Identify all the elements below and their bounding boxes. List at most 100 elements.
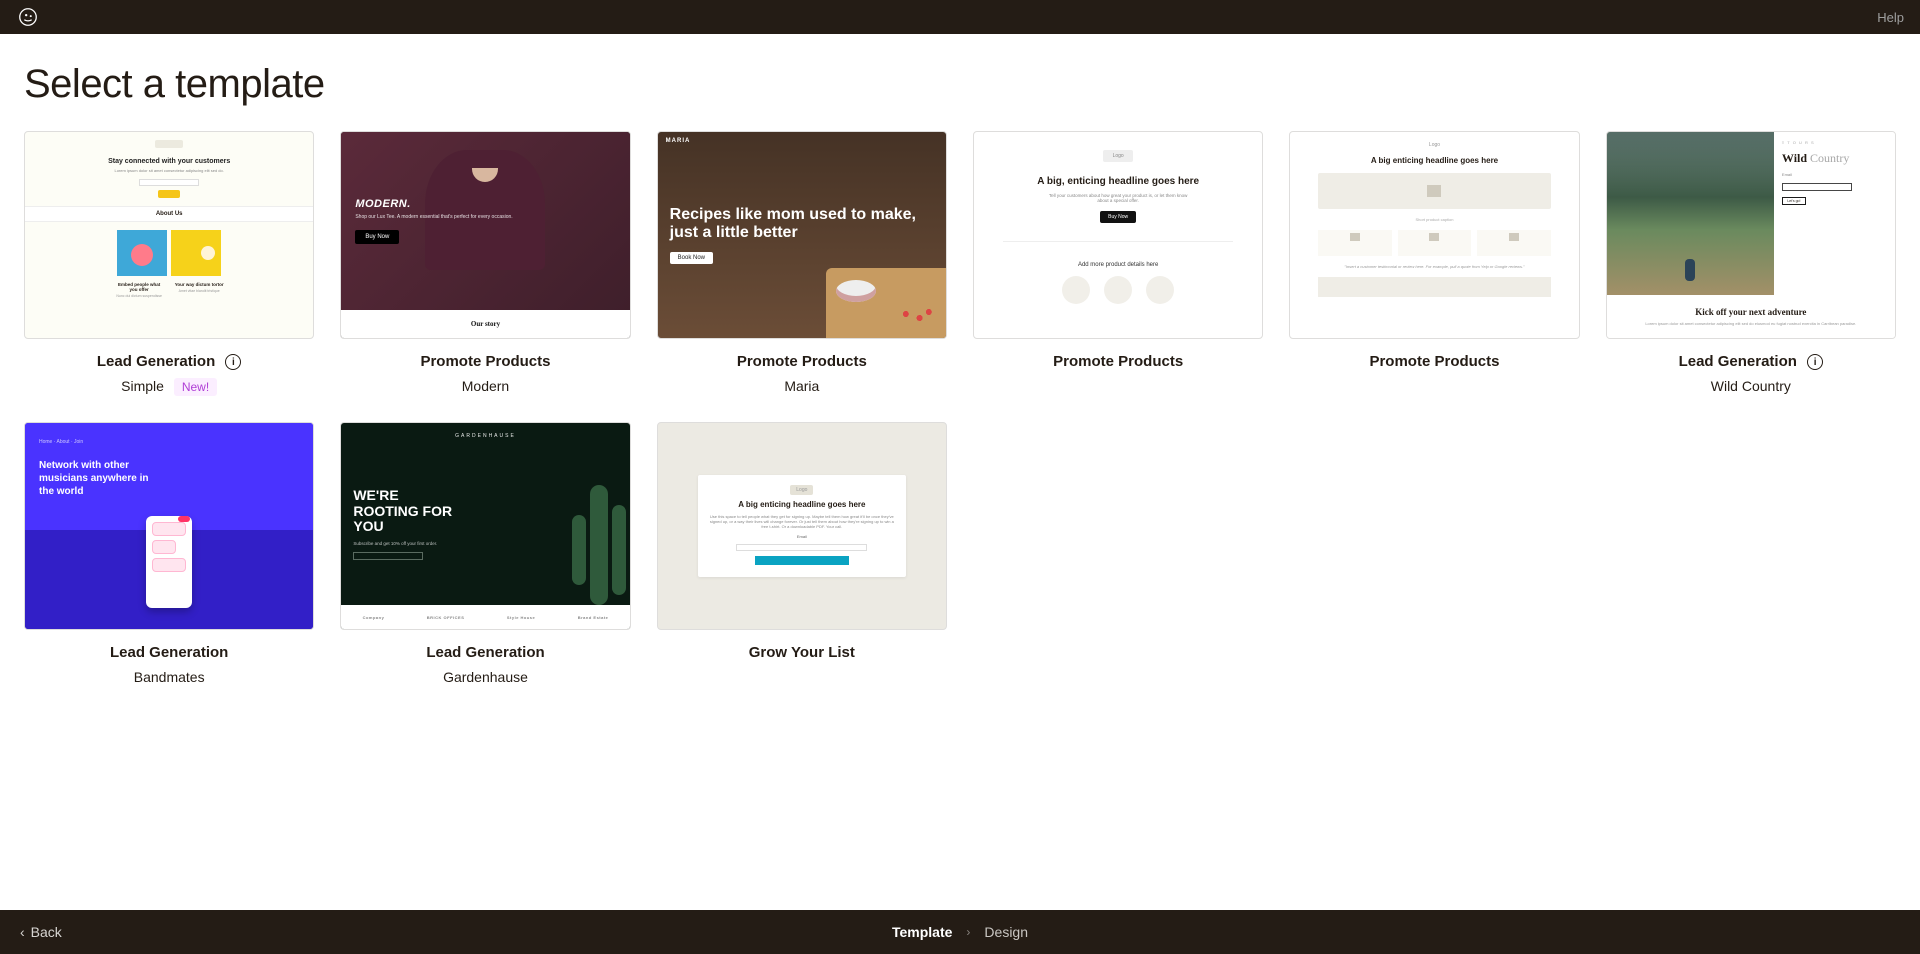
thumb-label: Email — [797, 534, 807, 539]
product-circles — [1062, 276, 1174, 304]
template-category: Lead Generation — [426, 644, 544, 661]
template-category: Grow Your List — [749, 644, 855, 661]
chevron-left-icon: ‹ — [20, 924, 25, 940]
template-thumb[interactable]: ≡ T O U R S Wild Country Email Let's go!… — [1606, 131, 1896, 339]
template-thumb[interactable]: MODERN. Shop our Lux Tee. A modern essen… — [340, 131, 630, 339]
thumb-input — [353, 552, 423, 560]
topbar: Help — [0, 0, 1920, 34]
thumb-kicker: Kick off your next adventure — [1617, 307, 1885, 317]
info-icon[interactable]: i — [225, 354, 241, 370]
image-placeholder-icon — [1318, 277, 1551, 297]
template-card-wild-country: ≡ T O U R S Wild Country Email Let's go!… — [1606, 131, 1896, 396]
info-icon[interactable]: i — [1807, 354, 1823, 370]
cactus-icon — [590, 485, 608, 605]
thumb-input — [736, 544, 867, 551]
thumb-sub: Lorem ipsum dolor sit amet consectetur a… — [114, 168, 223, 173]
template-category: Lead Generation — [1679, 353, 1797, 370]
message-bubble-icon — [152, 558, 186, 572]
thumb-cta: Book Now — [670, 252, 713, 264]
hiker-icon — [1685, 259, 1695, 281]
col-heading: Embed people what you offer — [114, 282, 164, 292]
thumb-headline: WE'RE ROOTING FOR YOU — [353, 488, 463, 534]
partner-logo: Company — [363, 615, 385, 620]
divider — [1003, 241, 1234, 242]
template-category: Promote Products — [737, 353, 867, 370]
thumb-headline: A big enticing headline goes here — [738, 500, 865, 509]
template-category: Promote Products — [1369, 353, 1499, 370]
thumb-sub: Subscribe and get 10% off your first ord… — [353, 541, 443, 546]
cutting-board-icon — [826, 268, 946, 338]
template-grid: Stay connected with your customers Lorem… — [24, 131, 1896, 685]
phone-icon — [146, 516, 192, 608]
thumb-cta — [755, 556, 849, 565]
col-heading: Your way dictum tortor — [174, 282, 224, 287]
template-card-promote-1: Logo A big, enticing headline goes here … — [973, 131, 1263, 396]
logo-placeholder — [155, 140, 183, 148]
template-thumb[interactable]: Home · About · Join Network with other m… — [24, 422, 314, 630]
template-category: Lead Generation — [110, 644, 228, 661]
thumb-sub: Tell your customers about how great your… — [1043, 193, 1193, 203]
sample-image-icon — [117, 230, 167, 276]
partner-logo: Style House — [507, 615, 535, 620]
message-bubble-icon — [152, 522, 186, 536]
page-content: Select a template Stay connected with yo… — [0, 34, 1920, 765]
mailchimp-logo-icon[interactable] — [16, 5, 40, 29]
thumb-input — [139, 179, 199, 186]
thumb-more: Add more product details here — [1078, 262, 1158, 268]
circle-icon — [1062, 276, 1090, 304]
back-button[interactable]: ‹ Back — [20, 924, 62, 940]
vegetables-icon — [892, 306, 938, 326]
thumb-headline: Stay connected with your customers — [108, 158, 230, 165]
thumb-columns: Embed people what you offerNunc dui dict… — [25, 282, 313, 298]
new-badge: New! — [174, 378, 217, 396]
step-indicator: Template › Design — [892, 924, 1028, 940]
image-placeholder-icon — [1477, 230, 1551, 256]
thumb-tagline: Shop our Lux Tee. A modern essential tha… — [355, 214, 512, 220]
template-category: Lead Generation — [97, 353, 215, 370]
template-thumb[interactable]: Logo A big enticing headline goes here U… — [657, 422, 947, 630]
thumb-blurb: Lorem ipsum dolor sit amet consectetur a… — [1617, 321, 1885, 326]
thumb-about: About Us — [25, 206, 313, 222]
template-card-simple: Stay connected with your customers Lorem… — [24, 131, 314, 396]
thumb-headline: Recipes like mom used to make, just a li… — [670, 206, 934, 243]
template-card-gardenhause: GARDENHAUSE WE'RE ROOTING FOR YOU Subscr… — [340, 422, 630, 685]
template-name: Bandmates — [24, 669, 314, 685]
partner-logo: Brand Estate — [578, 615, 609, 620]
thumb-cta — [158, 190, 180, 198]
thumb-caption: Short product caption — [1415, 217, 1453, 222]
template-thumb[interactable]: Stay connected with your customers Lorem… — [24, 131, 314, 339]
message-bubble-icon — [152, 540, 176, 554]
thumb-brand: Wild Country — [1782, 151, 1887, 166]
partner-logo: BRICK OFFICES — [427, 615, 465, 620]
image-placeholder-icon — [1318, 230, 1392, 256]
template-thumb[interactable]: MARIA Recipes like mom used to make, jus… — [657, 131, 947, 339]
back-label: Back — [31, 924, 62, 940]
help-link[interactable]: Help — [1877, 10, 1904, 25]
template-card-promote-2: Logo A big enticing headline goes here S… — [1289, 131, 1579, 396]
thumb-brand: MODERN. — [355, 198, 512, 210]
template-thumb[interactable]: Logo A big enticing headline goes here S… — [1289, 131, 1579, 339]
step-template[interactable]: Template — [892, 924, 952, 940]
thumb-nav: ≡ T O U R S — [1782, 140, 1887, 145]
template-thumb[interactable]: GARDENHAUSE WE'RE ROOTING FOR YOU Subscr… — [340, 422, 630, 630]
image-placeholder-icon — [1318, 173, 1551, 209]
circle-icon — [1104, 276, 1132, 304]
thumb-nav: Home · About · Join — [39, 439, 299, 445]
step-design[interactable]: Design — [984, 924, 1028, 940]
template-card-modern: MODERN. Shop our Lux Tee. A modern essen… — [340, 131, 630, 396]
template-category: Promote Products — [1053, 353, 1183, 370]
template-name: Modern — [340, 378, 630, 394]
thumb-quote: "Insert a customer testimonial or review… — [1344, 264, 1524, 269]
thumb-brand: GARDENHAUSE — [341, 423, 629, 443]
col-text: Amet vitae blandit tristique — [174, 289, 224, 293]
thumb-cta: Buy Now — [1100, 211, 1136, 223]
thumb-sub: Use this space to tell people what they … — [708, 514, 896, 529]
template-thumb[interactable]: Logo A big, enticing headline goes here … — [973, 131, 1263, 339]
thumb-headline: A big, enticing headline goes here — [1037, 176, 1199, 187]
template-card-maria: MARIA Recipes like mom used to make, jus… — [657, 131, 947, 396]
thumb-cta: Let's go! — [1782, 197, 1806, 205]
thumb-cta: Buy Now — [355, 230, 399, 244]
logo-placeholder: Logo — [790, 485, 813, 495]
template-name: Gardenhause — [340, 669, 630, 685]
thumb-label: Email — [1782, 172, 1887, 177]
